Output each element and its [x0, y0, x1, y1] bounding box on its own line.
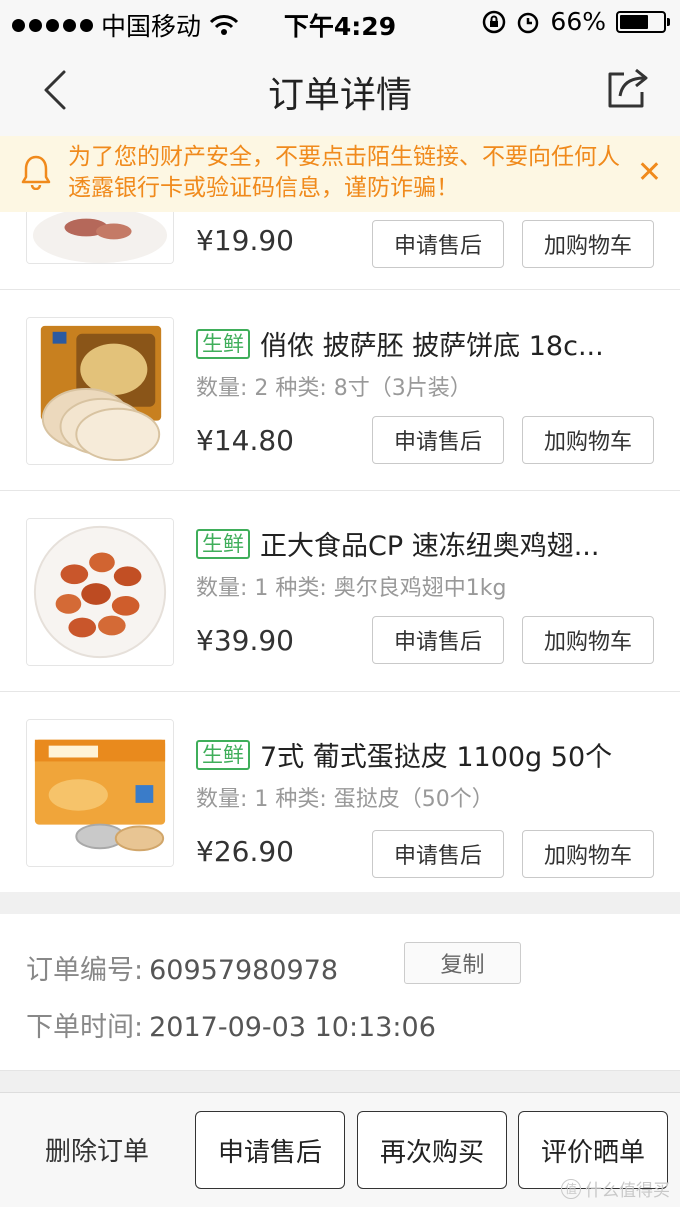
close-icon[interactable]: ✕: [637, 158, 662, 188]
item-title-row: 生鲜 7式 葡式蛋挞皮 1100g 50个: [196, 735, 656, 774]
item-price: ¥19.90: [196, 224, 294, 257]
order-number: 60957980978: [149, 955, 339, 986]
after-sale-button[interactable]: 申请售后: [372, 416, 504, 464]
add-to-cart-button[interactable]: 加购物车: [522, 416, 654, 464]
share-icon[interactable]: [604, 64, 652, 112]
list-item: 生鲜 正大食品CP 速冻纽奥鸡翅... 数量: 1 种类: 奥尔良鸡翅中1kg …: [0, 492, 680, 692]
alarm-icon: [518, 12, 539, 33]
item-name[interactable]: 俏侬 披萨胚 披萨饼底 18c...: [260, 324, 604, 363]
notice-text: 为了您的财产安全，不要点击陌生链接、不要向任何人透露银行卡或验证码信息，谨防诈骗…: [68, 144, 620, 201]
security-notice-banner: 为了您的财产安全，不要点击陌生链接、不要向任何人透露银行卡或验证码信息，谨防诈骗…: [0, 136, 680, 212]
item-name[interactable]: 7式 葡式蛋挞皮 1100g 50个: [260, 735, 612, 774]
status-right: 66%: [482, 7, 670, 36]
copy-button[interactable]: 复制: [404, 942, 521, 984]
watermark-badge: 值: [561, 1178, 581, 1199]
order-items-list: ¥19.90 申请售后 加购物车 生鲜 俏侬 披萨胚 披萨饼底 18c... 数…: [0, 212, 680, 892]
after-sale-button[interactable]: 申请售后: [372, 616, 504, 664]
bell-icon: [21, 155, 51, 190]
product-image[interactable]: [26, 518, 174, 666]
add-to-cart-button[interactable]: 加购物车: [522, 830, 654, 878]
product-image[interactable]: [26, 719, 174, 867]
bottom-action-bar: 删除订单 申请售后 再次购买 评价晒单 值 什么值得买: [0, 1092, 680, 1207]
watermark: 值 什么值得买: [561, 1176, 670, 1201]
item-title-row: 生鲜 正大食品CP 速冻纽奥鸡翅...: [196, 524, 656, 563]
item-price: ¥39.90: [196, 624, 294, 657]
orientation-lock-icon: [483, 10, 506, 33]
delete-order-button[interactable]: 删除订单: [22, 1111, 172, 1187]
item-spec: 数量: 1 种类: 奥尔良鸡翅中1kg: [196, 576, 507, 601]
product-image[interactable]: [26, 317, 174, 465]
list-item: 生鲜 俏侬 披萨胚 披萨饼底 18c... 数量: 2 种类: 8寸（3片装） …: [0, 291, 680, 491]
item-name[interactable]: 正大食品CP 速冻纽奥鸡翅...: [260, 524, 599, 563]
list-item: ¥19.90 申请售后 加购物车: [0, 212, 680, 290]
order-time-label: 下单时间:: [26, 1012, 144, 1043]
item-price: ¥26.90: [196, 835, 294, 868]
nav-bar: 订单详情: [0, 44, 680, 136]
item-spec: 数量: 2 种类: 8寸（3片装）: [196, 376, 472, 401]
add-to-cart-button[interactable]: 加购物车: [522, 616, 654, 664]
add-to-cart-button[interactable]: 加购物车: [522, 220, 654, 268]
list-item: 生鲜 7式 葡式蛋挞皮 1100g 50个 数量: 1 种类: 蛋挞皮（50个）…: [0, 693, 680, 892]
buy-again-button[interactable]: 再次购买: [357, 1111, 507, 1189]
status-bar: 中国移动 下午4:29 66%: [0, 0, 680, 44]
after-sale-button[interactable]: 申请售后: [372, 830, 504, 878]
order-time: 2017-09-03 10:13:06: [149, 1012, 436, 1043]
page-title: 订单详情: [267, 75, 412, 116]
section-divider: [0, 892, 680, 914]
watermark-text: 什么值得买: [585, 1181, 670, 1201]
fresh-tag: 生鲜: [196, 328, 250, 359]
battery-icon: [616, 10, 670, 33]
after-sale-order-button[interactable]: 申请售后: [195, 1111, 345, 1189]
section-divider: [0, 1070, 680, 1092]
item-spec: 数量: 1 种类: 蛋挞皮（50个）: [196, 787, 494, 812]
order-number-row: 订单编号: 60957980978: [26, 948, 338, 987]
battery-percent: 66%: [550, 7, 606, 36]
fresh-tag: 生鲜: [196, 528, 250, 559]
order-number-label: 订单编号:: [26, 955, 144, 986]
fresh-tag: 生鲜: [196, 739, 250, 770]
item-price: ¥14.80: [196, 424, 294, 457]
order-time-row: 下单时间: 2017-09-03 10:13:06: [26, 1005, 436, 1044]
product-image[interactable]: [26, 212, 174, 264]
order-info: 订单编号: 60957980978 复制 下单时间: 2017-09-03 10:1…: [0, 914, 680, 1070]
item-title-row: 生鲜 俏侬 披萨胚 披萨饼底 18c...: [196, 324, 656, 363]
after-sale-button[interactable]: 申请售后: [372, 220, 504, 268]
